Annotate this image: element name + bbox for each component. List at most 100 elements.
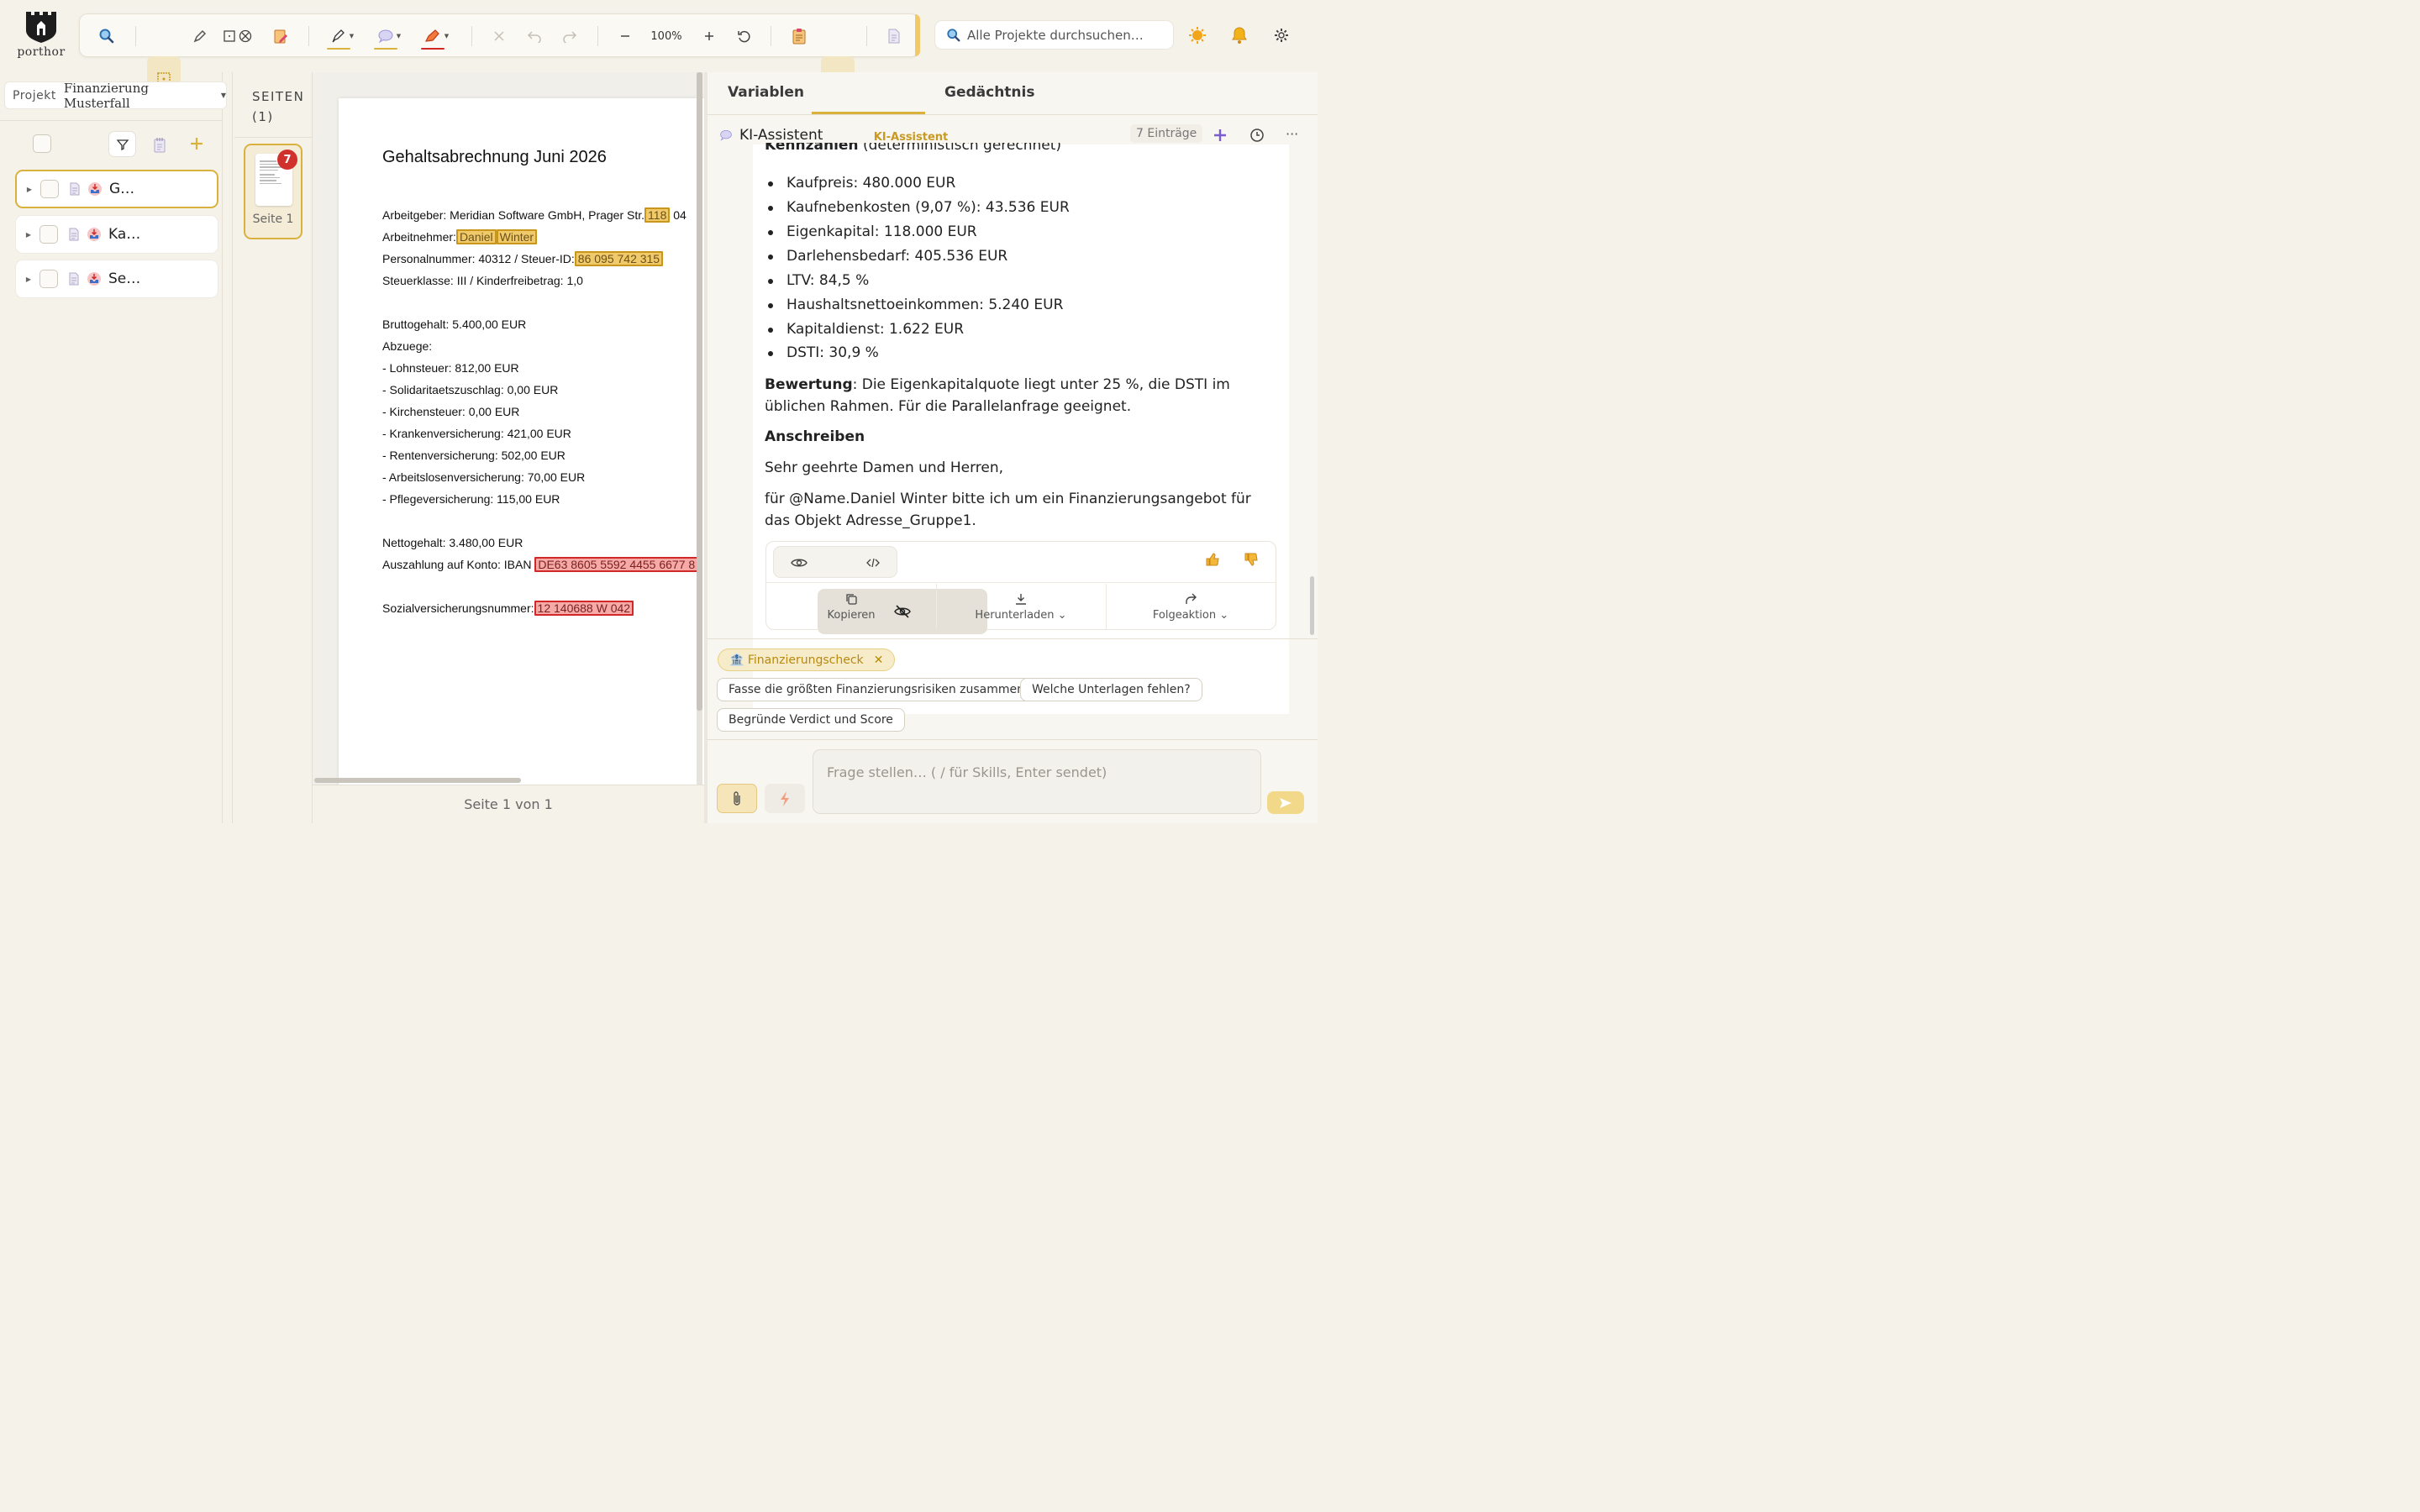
doc-line: Abzuege: — [382, 339, 433, 353]
close-icon[interactable]: ✕ — [874, 654, 884, 667]
followup-button[interactable]: Folgeaktion ⌄ — [1106, 584, 1276, 629]
global-search-input[interactable]: Alle Projekte durchsuchen… — [934, 20, 1174, 50]
suggestion-chip[interactable]: Fasse die größten Finanzierungsrisiken z… — [717, 678, 1036, 701]
document-icon — [69, 272, 79, 286]
redaction-highlight[interactable]: Winter — [496, 229, 538, 244]
doc-line: - Pflegeversicherung: 115,00 EUR — [382, 492, 560, 506]
pen-tool-button[interactable] — [186, 21, 214, 51]
list-item: Haushaltsnettoeinkommen: 5.240 EUR — [768, 297, 1063, 313]
speech-bubble-icon — [378, 29, 393, 44]
send-arrow-icon — [1280, 797, 1292, 808]
redaction-highlight[interactable]: 86 095 742 315 — [574, 251, 664, 266]
redaction-highlight[interactable]: 12 140688 W 042 — [534, 601, 634, 616]
clipboard-button[interactable] — [784, 21, 814, 51]
assessment-paragraph: Bewertung: Die Eigenkapitalquote liegt u… — [765, 376, 1230, 415]
item-checkbox[interactable] — [39, 270, 58, 288]
new-chat-button[interactable] — [1213, 128, 1228, 143]
undo-button[interactable] — [520, 21, 549, 51]
entries-count[interactable]: 7 Einträge — [1130, 124, 1203, 143]
notifications-button[interactable] — [1229, 25, 1249, 45]
pages-header: SEITEN (1) — [252, 89, 305, 124]
redaction-highlight[interactable]: 118 — [644, 207, 671, 223]
chat-scrollbar[interactable] — [1310, 576, 1314, 635]
tree-item[interactable]: ▶ Se… — [15, 260, 218, 298]
expand-triangle-icon[interactable]: ▶ — [18, 276, 31, 283]
doc-line: Nettogehalt: 3.480,00 EUR — [382, 536, 523, 549]
assistant-panel: Variablen KI-Assistent Gedächtnis Kennza… — [708, 72, 1318, 823]
cancel-button[interactable] — [485, 21, 513, 51]
reset-zoom-button[interactable] — [730, 21, 759, 51]
edit-document-button[interactable] — [266, 21, 295, 51]
attach-button[interactable] — [717, 784, 757, 813]
doc-line: - Arbeitslosenversicherung: 70,00 EUR — [382, 470, 586, 484]
sun-icon — [1189, 27, 1206, 44]
porthor-logo[interactable]: porthor — [15, 10, 67, 66]
suggestion-chip[interactable]: Begründe Verdict und Score — [717, 708, 905, 732]
document-viewer[interactable]: Gehaltsabrechnung Juni 2026 Arbeitgeber:… — [313, 72, 704, 785]
item-checkbox[interactable] — [40, 180, 59, 198]
download-icon — [1016, 593, 1026, 605]
notes-button[interactable] — [153, 137, 166, 154]
chevron-down-icon: ▼ — [349, 33, 355, 39]
doc-line-sv: Sozialversicherungsnummer: 12 140688 W 04… — [382, 601, 634, 616]
tree-item[interactable]: ▶ Ka… — [15, 215, 218, 254]
undo-icon — [527, 31, 541, 43]
search-tool-button[interactable] — [92, 21, 122, 51]
redaction-highlight[interactable]: DE63 8605 5592 4455 6677 8 — [534, 557, 699, 572]
download-button[interactable]: Herunterladen ⌄ — [936, 584, 1106, 629]
redact-area-button[interactable] — [221, 21, 255, 51]
suggestion-chip[interactable]: Welche Unterlagen fehlen? — [1020, 678, 1202, 701]
horizontal-scrollbar[interactable] — [314, 778, 521, 783]
add-document-button[interactable] — [189, 136, 204, 151]
select-all-checkbox[interactable] — [33, 134, 51, 153]
zoom-level[interactable]: 100% — [644, 21, 688, 51]
zoom-out-button[interactable] — [611, 21, 639, 51]
settings-button[interactable] — [1271, 25, 1292, 45]
expand-triangle-icon[interactable]: ▶ — [18, 231, 31, 239]
doc-line-personnel: Personalnummer: 40312 / Steuer-ID: 86 095… — [382, 251, 664, 266]
filter-icon — [116, 139, 129, 150]
document-icon — [70, 182, 80, 196]
tree-item[interactable]: ▶ G… — [15, 170, 218, 208]
page-thumbnail[interactable]: 7 Seite 1 — [244, 144, 302, 239]
tab-memory[interactable]: Gedächtnis — [944, 84, 1034, 101]
project-name: Finanzierung Musterfall — [63, 80, 149, 111]
sidebar-resize-handle[interactable] — [223, 72, 233, 823]
active-skill-chip[interactable]: 🏦 Finanzierungscheck ✕ — [718, 648, 896, 671]
doc-line-employer: Arbeitgeber: Meridian Software GmbH, Pra… — [382, 207, 687, 223]
filter-button[interactable] — [108, 131, 136, 157]
more-options-icon[interactable]: ··· — [1286, 126, 1298, 142]
chat-input[interactable]: Frage stellen… ( / für Skills, Enter sen… — [813, 749, 1261, 814]
tab-variables[interactable]: Variablen — [728, 84, 804, 101]
project-selector[interactable]: Projekt Finanzierung Musterfall ▼ — [4, 80, 227, 111]
plus-icon — [705, 32, 713, 40]
thumbnail-label: Seite 1 — [252, 213, 294, 226]
zoom-in-button[interactable] — [695, 21, 723, 51]
close-icon — [494, 31, 504, 41]
expand-triangle-icon[interactable]: ▶ — [18, 186, 32, 193]
doc-line: - Rentenversicherung: 502,00 EUR — [382, 449, 566, 462]
list-item: DSTI: 30,9 % — [768, 344, 879, 361]
redaction-highlight[interactable]: Daniel — [455, 229, 497, 244]
highlight-pen-button[interactable]: ▼ — [324, 21, 360, 51]
history-button[interactable] — [1249, 128, 1265, 143]
send-button[interactable] — [1267, 791, 1304, 814]
red-pen-icon — [424, 29, 439, 42]
red-marker-button[interactable]: ▼ — [418, 21, 455, 51]
comment-tool-button[interactable]: ▼ — [371, 21, 408, 51]
thumbs-up-button[interactable] — [1205, 552, 1220, 567]
redo-button[interactable] — [555, 21, 584, 51]
source-view-button[interactable] — [855, 551, 892, 575]
thumbs-down-button[interactable] — [1244, 552, 1259, 567]
scrollbar-thumb[interactable] — [697, 72, 702, 711]
copy-button[interactable]: Kopieren — [766, 584, 936, 629]
skills-button[interactable] — [765, 784, 805, 813]
theme-toggle-button[interactable] — [1187, 25, 1207, 45]
item-checkbox[interactable] — [39, 225, 58, 244]
document-edit-icon — [274, 29, 287, 44]
preview-button[interactable] — [781, 551, 818, 575]
list-item: Kaufnebenkosten (9,07 %): 43.536 EUR — [768, 199, 1070, 216]
bell-icon — [1232, 27, 1247, 44]
plus-icon — [1214, 129, 1226, 141]
document-view-button[interactable] — [880, 21, 908, 51]
